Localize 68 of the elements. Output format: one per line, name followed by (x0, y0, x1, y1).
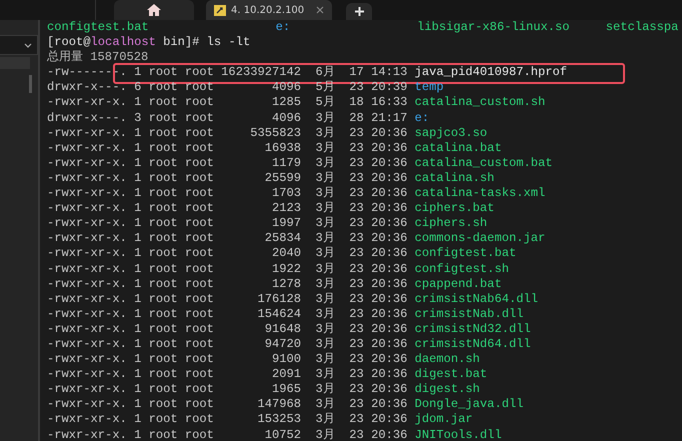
terminal-icon (214, 4, 226, 16)
file-details: -rwxr-xr-x. 1 root root 10752 3月 23 20:36 (47, 428, 408, 441)
file-name: configtest.sh (414, 262, 509, 276)
file-details: -rwxr-xr-x. 1 root root 153253 3月 23 20:36 (47, 412, 408, 426)
close-icon (316, 6, 324, 14)
file-name: setclasspa (606, 20, 680, 36)
file-name: catalina-tasks.xml (414, 186, 546, 200)
file-details: -rwxr-xr-x. 1 root root 25834 3月 23 20:36 (47, 231, 408, 246)
file-details: -rwxr-xr-x. 1 root root 176128 3月 23 20:36 (47, 292, 408, 306)
file-details: -rwxr-xr-x. 1 root root 1278 3月 23 20:36 (47, 276, 408, 291)
file-name: catalina.sh (414, 170, 494, 185)
file-name: temp (414, 80, 444, 94)
file-name: catalina_custom.bat (414, 156, 553, 170)
file-name: ciphers.sh (414, 216, 488, 230)
file-name: libsigar-x86-linux.so (417, 20, 571, 36)
file-details: -rwxr-xr-x. 1 root root 1703 3月 23 20:36 (47, 186, 408, 200)
file-details: -rwxr-xr-x. 1 root root 16938 3月 23 20:36 (47, 140, 408, 155)
file-details: -rwxr-xr-x. 1 root root 154624 3月 23 20:36 (47, 306, 408, 321)
file-details: -rwxr-xr-x. 1 root root 2123 3月 23 20:36 (47, 201, 408, 216)
file-name: e: (276, 20, 292, 36)
dropdown-field[interactable] (0, 35, 38, 55)
file-name: ciphers.bat (414, 201, 494, 216)
house-icon (147, 4, 161, 16)
session-tab[interactable]: 4. 10.20.2.100 (206, 0, 332, 20)
file-details: -rwxr-xr-x. 1 root root 25599 3月 23 20:36 (47, 170, 408, 185)
file-details: -rwxr-xr-x. 1 root root 9100 3月 23 20:36 (47, 352, 408, 366)
file-name: configtest.bat (47, 20, 150, 36)
file-name: digest.sh (414, 382, 480, 396)
file-name: configtest.bat (414, 246, 516, 260)
file-name: catalina.bat (414, 140, 502, 155)
hostname: localhost (90, 35, 156, 50)
file-name: crimsistNd64.dll (414, 336, 531, 351)
file-name: crimsistNab.dll (414, 306, 524, 321)
file-name: daemon.sh (414, 352, 480, 366)
plus-icon (354, 7, 364, 16)
file-details: -rwxr-xr-x. 1 root root 1965 3月 23 20:36 (47, 382, 408, 396)
file-name: Dongle_java.dll (414, 397, 524, 412)
prompt-text: [root@ (47, 35, 91, 50)
total-size-text: 总用量 15870528 (47, 50, 148, 64)
home-tab[interactable] (114, 0, 194, 20)
scrollbar-thumb[interactable] (29, 75, 32, 93)
file-name: cpappend.bat (414, 276, 502, 291)
file-name: java_pid4010987.hprof (414, 65, 568, 80)
command-text: ls -lt (206, 35, 250, 50)
file-details: -rwxr-xr-x. 1 root root 147968 3月 23 20:36 (47, 397, 408, 412)
file-name: crimsistNd32.dll (414, 322, 531, 336)
chevron-down-icon (24, 42, 32, 48)
file-details: -rwxr-xr-x. 1 root root 1922 3月 23 20:36 (47, 262, 408, 276)
file-name: digest.bat (414, 367, 488, 382)
file-name: catalina_custom.sh (414, 95, 546, 110)
file-details: -rwxr-xr-x. 1 root root 2040 3月 23 20:36 (47, 246, 408, 260)
prompt-text: bin]# (162, 35, 200, 50)
file-name: JNITools.dll (414, 428, 502, 441)
file-details: -rwxr-xr-x. 1 root root 1997 3月 23 20:36 (47, 216, 408, 230)
file-name: commons-daemon.jar (414, 231, 546, 246)
file-details: -rwxr-xr-x. 1 root root 1179 3月 23 20:36 (47, 156, 408, 170)
file-details: -rwxr-xr-x. 1 root root 91648 3月 23 20:36 (47, 322, 408, 336)
file-details: drwxr-x---. 3 root root 4096 3月 28 21:17 (47, 110, 408, 125)
new-tab-button[interactable] (346, 3, 372, 20)
file-details: -rwxr-xr-x. 1 root root 94720 3月 23 20:36 (47, 336, 408, 351)
file-name: crimsistNab64.dll (414, 292, 538, 306)
file-name: jdom.jar (414, 412, 473, 426)
file-details: drwxr-x---. 6 root root 4096 5月 23 20:39 (47, 80, 408, 94)
file-name: sapjco3.so (414, 126, 488, 140)
file-details: -rwxr-xr-x. 1 root root 5355823 3月 23 20:36 (47, 126, 408, 140)
file-details: -rwxr-xr-x. 1 root root 2091 3月 23 20:36 (47, 367, 408, 382)
file-name: e: (414, 110, 430, 125)
file-details: -rwxr-xr-x. 1 root root 1285 5月 18 16:33 (47, 95, 408, 110)
